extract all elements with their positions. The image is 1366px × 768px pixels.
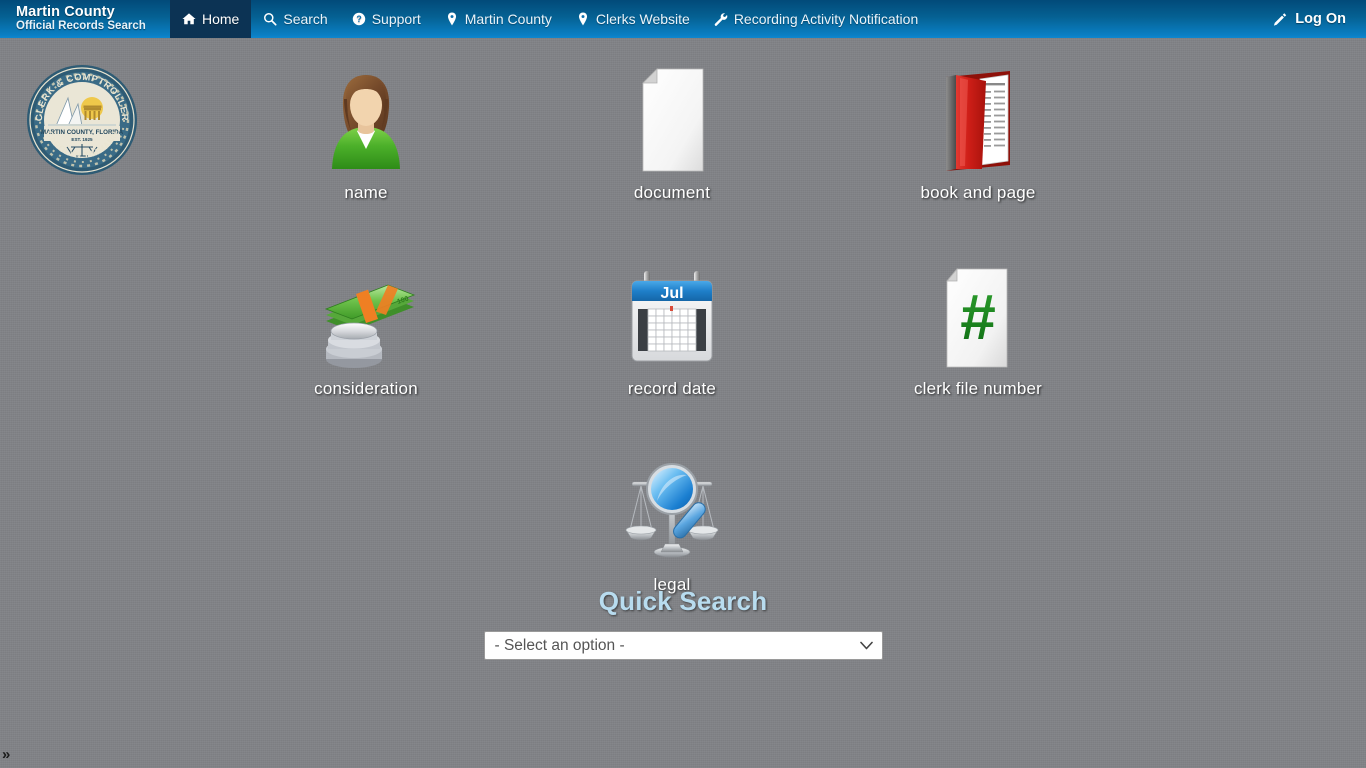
money-cash-icon: 100 (312, 251, 420, 371)
nav-item-martin-county-label: Martin County (464, 11, 552, 27)
top-navigation-bar: Martin County Official Records Search Ho… (0, 0, 1366, 38)
calendar-icon: Jul (624, 251, 720, 371)
search-tile-clerk-file-number-label: clerk file number (913, 379, 1043, 398)
quick-search-title: Quick Search (598, 586, 768, 616)
chevron-down-icon (859, 639, 873, 652)
search-tiles-grid: name document book and page 100 consider… (213, 55, 1133, 595)
wrench-icon (714, 12, 728, 26)
expand-panel-toggle[interactable]: » (2, 746, 10, 763)
document-page-icon (631, 55, 713, 175)
nav-item-clerks-website-label: Clerks Website (595, 11, 690, 27)
nav-item-search-label: Search (283, 11, 328, 27)
search-tile-consideration-label: consideration (314, 379, 418, 398)
brand-title: Martin County (16, 4, 115, 20)
map-pin-icon (576, 12, 590, 26)
pencil-icon (1273, 12, 1287, 26)
search-tile-book-and-page-label: book and page (920, 183, 1036, 202)
quick-search-section: Quick Search - Select an option - (0, 586, 1366, 660)
seal-center-line2: EST. 1925 (71, 137, 93, 142)
search-tile-consideration[interactable]: 100 consideration (213, 251, 519, 399)
hash-document-icon: # (937, 251, 1019, 371)
nav-item-clerks-website[interactable]: Clerks Website (564, 0, 702, 38)
nav-items: Home Search ? Support Martin County Cler… (170, 0, 1261, 38)
brand-subtitle: Official Records Search (16, 20, 146, 32)
search-tile-clerk-file-number[interactable]: # clerk file number (825, 251, 1131, 399)
clerk-comptroller-seal: MARTIN COUNTY, FLORIDA EST. 1925 CLERK &… (26, 64, 138, 176)
home-icon (182, 12, 196, 26)
svg-text:?: ? (356, 14, 361, 24)
log-on-label: Log On (1295, 11, 1346, 27)
quick-search-select[interactable]: - Select an option - (483, 631, 883, 660)
question-circle-icon: ? (352, 12, 366, 26)
search-tile-name[interactable]: name (213, 55, 519, 203)
log-on-button[interactable]: Log On (1261, 0, 1366, 38)
search-tiles-row-3: legal (213, 447, 1133, 595)
search-tile-name-label: name (344, 183, 388, 202)
brand-block[interactable]: Martin County Official Records Search (0, 0, 170, 38)
nav-item-support[interactable]: ? Support (340, 0, 433, 38)
red-book-icon (932, 55, 1024, 175)
search-tiles-row-1: name document book and page (213, 55, 1133, 203)
calendar-month-label: Jul (660, 285, 683, 302)
search-tiles-row-2: 100 consideration Jul record date # cler… (213, 251, 1133, 399)
nav-item-recording-activity-notification[interactable]: Recording Activity Notification (702, 0, 930, 38)
quick-search-selected-value: - Select an option - (494, 636, 625, 654)
nav-item-recording-activity-label: Recording Activity Notification (733, 11, 919, 27)
nav-item-search[interactable]: Search (251, 0, 339, 38)
nav-item-home[interactable]: Home (170, 0, 252, 38)
search-tile-legal[interactable]: legal (519, 447, 825, 595)
search-tile-record-date[interactable]: Jul record date (519, 251, 825, 399)
scales-magnifier-icon (617, 447, 727, 567)
nav-item-home-label: Home (202, 11, 240, 27)
nav-item-martin-county[interactable]: Martin County (433, 0, 564, 38)
svg-text:#: # (960, 281, 996, 353)
search-icon (263, 12, 277, 26)
search-tile-record-date-label: record date (627, 379, 717, 398)
search-tile-document-label: document (633, 183, 711, 202)
map-pin-icon (445, 12, 459, 26)
search-tile-document[interactable]: document (519, 55, 825, 203)
search-tile-book-and-page[interactable]: book and page (825, 55, 1131, 203)
nav-item-martin-county-site-label: Support (371, 11, 421, 27)
person-avatar-icon (327, 55, 405, 175)
